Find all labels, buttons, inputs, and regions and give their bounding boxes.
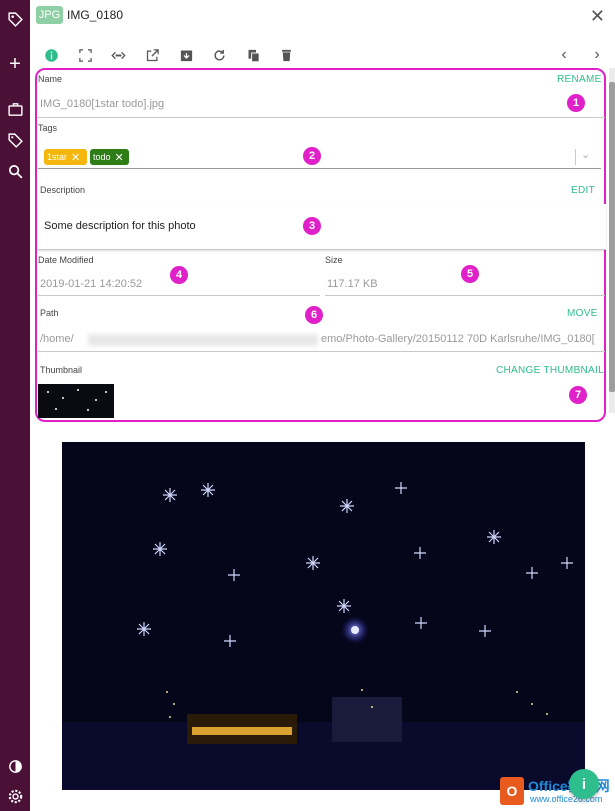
annotation-2: 2 [303,147,321,165]
copy-icon[interactable] [243,45,263,65]
plus-icon[interactable]: + [0,53,30,75]
tag-chip-1star[interactable]: 1star ✕ [44,149,87,165]
app-logo-icon[interactable] [0,8,30,30]
code-icon[interactable] [108,45,128,65]
size-underline [325,295,605,296]
annotation-1: 1 [567,94,585,112]
chevron-down-icon[interactable]: ⌄ [581,148,590,161]
annotation-7: 7 [569,386,587,404]
annotation-5: 5 [461,265,479,283]
chevron-left-icon[interactable]: ‹ [554,45,574,65]
annotation-3: 3 [303,217,321,235]
move-button[interactable]: MOVE [567,308,598,319]
path-label: Path [40,308,59,318]
tag-chip-label: 1star [47,152,68,162]
path-underline [38,351,605,352]
close-icon[interactable]: ✕ [590,6,605,27]
fullscreen-icon[interactable] [75,45,95,65]
briefcase-icon[interactable] [0,98,30,120]
search-icon[interactable] [0,160,30,182]
tags-divider [575,149,576,165]
thumbnail-image[interactable] [38,384,114,418]
sidebar: + [0,0,30,811]
tag-icon[interactable] [0,129,30,151]
name-label: Name [38,74,63,84]
rename-button[interactable]: RENAME [557,74,602,85]
info-fab-button[interactable]: i [569,769,599,799]
date-underline [38,295,320,296]
description-label: Description [40,185,86,195]
tag-chip-todo[interactable]: todo ✕ [90,149,129,165]
contrast-icon[interactable] [0,755,30,777]
tags-label: Tags [38,123,58,133]
date-modified-value: 2019-01-21 14:20:52 [40,278,143,290]
description-text: Some description for this photo [44,220,196,232]
info-icon[interactable] [41,45,61,65]
change-thumbnail-button[interactable]: CHANGE THUMBNAIL [496,365,604,376]
size-label: Size [325,255,343,265]
path-prefix: /home/ [40,333,74,345]
thumbnail-label: Thumbnail [40,365,83,375]
gear-icon[interactable] [0,785,30,807]
chevron-right-icon[interactable]: › [587,45,607,65]
photo-preview[interactable] [62,442,585,790]
tags-underline [38,168,601,169]
edit-button[interactable]: EDIT [571,185,595,196]
toolbar: ‹ › [30,42,615,68]
header: JPG IMG_0180 ✕ [30,0,615,32]
open-external-icon[interactable] [142,45,162,65]
office-logo-icon: O [500,777,524,805]
download-icon[interactable] [176,45,196,65]
remove-tag-icon[interactable]: ✕ [115,151,124,164]
description-field[interactable]: Some description for this photo [38,204,606,250]
file-type-badge: JPG [36,6,63,24]
name-field[interactable]: IMG_0180[1star todo].jpg [40,98,164,110]
size-value: 117.17 KB [327,278,378,290]
date-modified-label: Date Modified [38,255,94,265]
annotation-6: 6 [305,306,323,324]
file-title: IMG_0180 [67,8,124,22]
name-underline [38,117,605,118]
tag-chip-label: todo [93,152,111,162]
remove-tag-icon[interactable]: ✕ [71,151,80,164]
delete-icon[interactable] [276,45,296,65]
redacted-path-segment [88,334,318,346]
annotation-4: 4 [170,266,188,284]
refresh-icon[interactable] [209,45,229,65]
path-value: emo/Photo-Gallery/20150112 70D Karlsruhe… [321,333,595,345]
scrollbar-thumb[interactable] [609,82,615,392]
